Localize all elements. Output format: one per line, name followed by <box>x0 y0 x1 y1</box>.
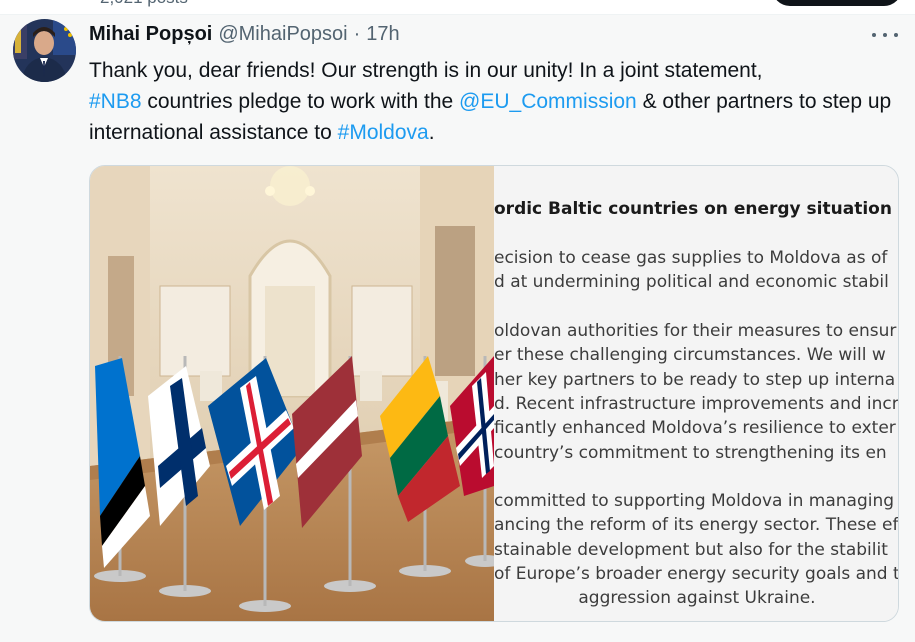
avatar[interactable] <box>13 19 76 82</box>
tweet-header: Mihai Popșoi @MihaiPopsoi · 17h <box>89 21 400 47</box>
author-handle[interactable]: @MihaiPopsoi <box>218 23 347 46</box>
tweet-media[interactable]: ordic Baltic countries on energy situati… <box>89 165 899 622</box>
author-name[interactable]: Mihai Popșoi <box>89 23 212 46</box>
timestamp[interactable]: 17h <box>366 23 399 46</box>
document-line: oldovan authorities for their measures t… <box>494 321 897 341</box>
text-part: countries pledge to work with the <box>141 90 460 113</box>
more-options-icon[interactable] <box>872 25 898 45</box>
tweet[interactable]: Mihai Popșoi @MihaiPopsoi · 17h Thank yo… <box>0 14 915 642</box>
document-line: ancing the reform of its energy sector. … <box>494 515 899 535</box>
document-line: ecision to cease gas supplies to Moldova… <box>494 248 888 268</box>
document-line: her key partners to be ready to step up … <box>494 370 896 390</box>
tweet-text: Thank you, dear friends! Our strength is… <box>89 55 899 148</box>
text-part: . <box>428 121 435 144</box>
document-line: er these challenging circumstances. We w… <box>494 345 886 365</box>
separator: · <box>353 22 361 45</box>
hashtag-moldova[interactable]: #Moldova <box>338 121 429 144</box>
document-title: ordic Baltic countries on energy situati… <box>494 199 898 219</box>
document-line: d. Recent infrastructure improvements an… <box>494 394 899 414</box>
page: 2,021 posts Mihai Popșoi @MihaiPopsoi · <box>0 0 915 642</box>
hashtag-nb8[interactable]: #NB8 <box>89 90 142 113</box>
document-line: of Europe’s broader energy security goal… <box>494 564 899 584</box>
flags-photo[interactable] <box>90 166 505 621</box>
statement-document[interactable]: ordic Baltic countries on energy situati… <box>494 166 899 621</box>
mention-eu-commission[interactable]: @EU_Commission <box>459 90 637 113</box>
posts-count: 2,021 posts <box>100 0 188 8</box>
follow-button[interactable] <box>772 0 902 6</box>
document-line: country’s commitment to strengthening it… <box>494 443 887 463</box>
document-line: aggression against Ukraine. <box>578 588 816 608</box>
document-line: d at undermining political and economic … <box>494 272 889 292</box>
document-line: committed to supporting Moldova in manag… <box>494 491 895 511</box>
text-part: Thank you, dear friends! Our strength is… <box>89 59 763 82</box>
document-line: ficantly enhanced Moldova’s resilience t… <box>494 418 896 438</box>
document-line: stainable development but also for the s… <box>494 540 888 560</box>
